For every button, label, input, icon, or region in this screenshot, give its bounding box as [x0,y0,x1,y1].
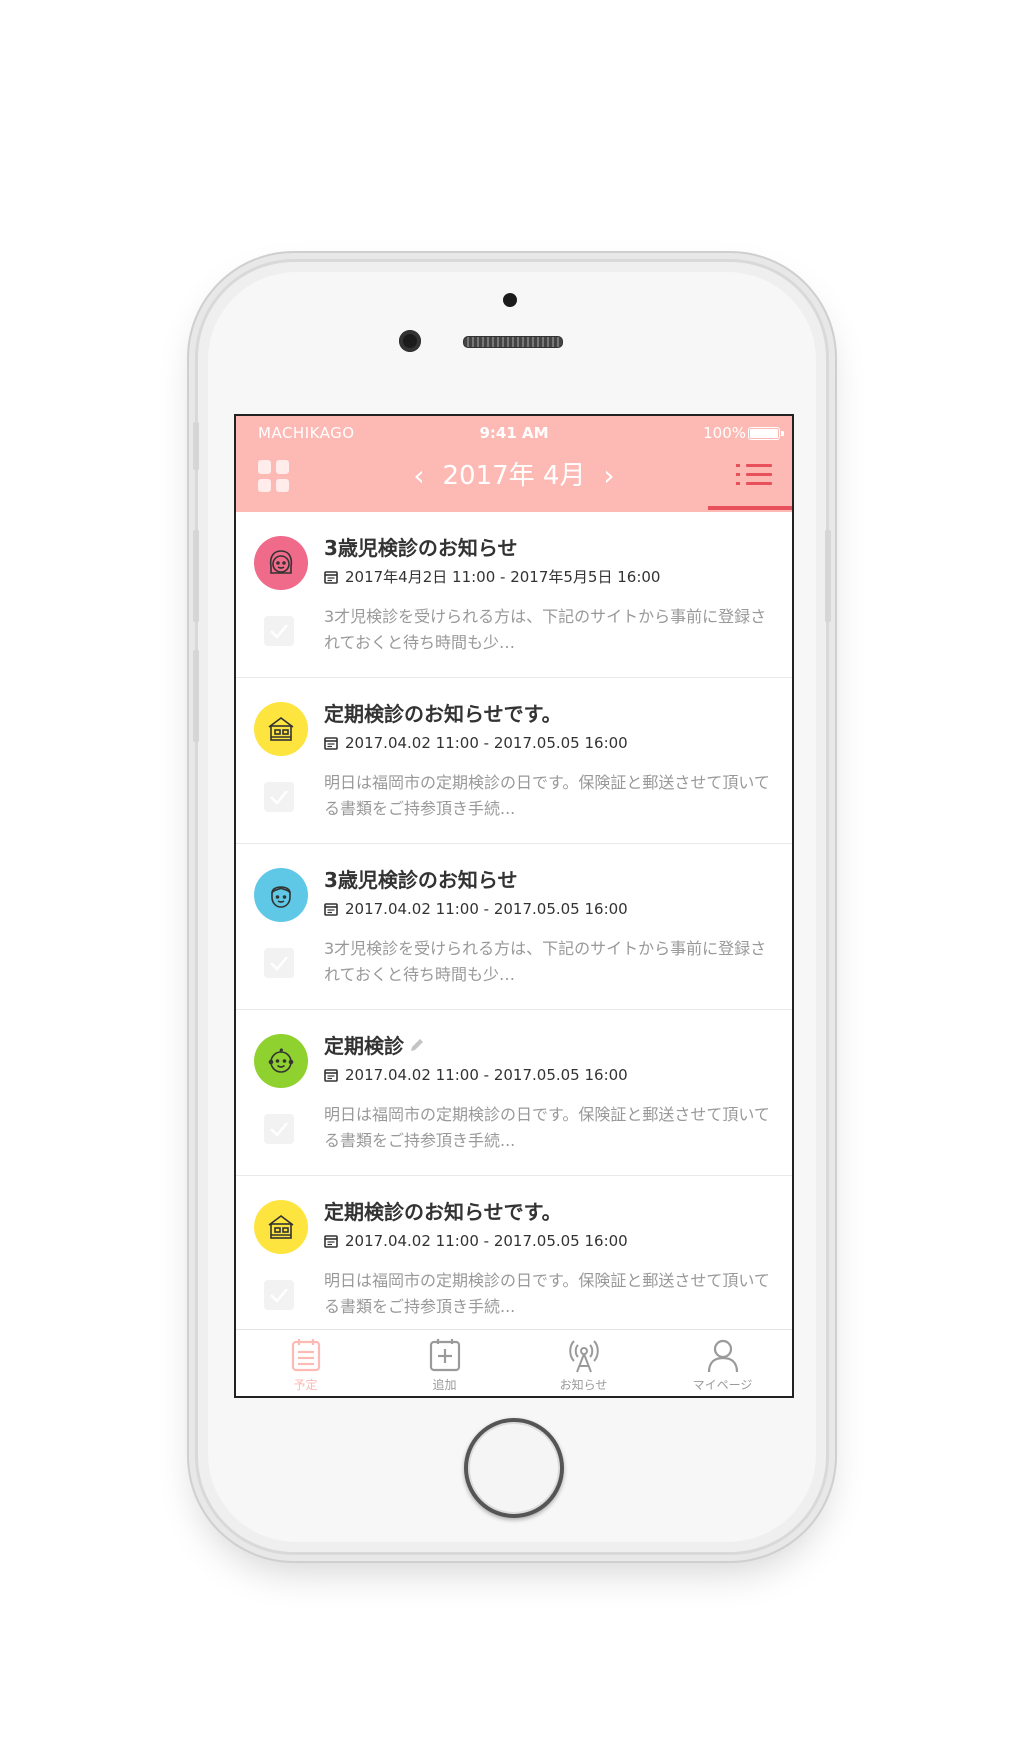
proximity-sensor [503,293,517,307]
event-description: 明日は福岡市の定期検診の日です。保険証と郵送させて頂いてる書類をご持参頂き手続.… [324,1105,770,1150]
tab-label: 予定 [293,1378,318,1392]
schedule-icon [291,1339,320,1372]
event-description: 明日は福岡市の定期検診の日です。保険証と郵送させて頂いてる書類をご持参頂き手続.… [324,1271,770,1316]
event-card[interactable]: 定期検診のお知らせです。 2017.04.02 11:00 - 2017.05.… [236,1176,792,1330]
edit-pencil-icon[interactable] [408,1036,426,1054]
event-date-row: 2017.04.02 11:00 - 2017.05.05 16:00 [324,1064,628,1086]
event-card[interactable]: 3歳児検診のお知らせ 2017年4月2日 11:00 - 2017年5月5日 1… [236,512,792,678]
done-checkbox[interactable] [264,782,294,812]
active-view-indicator [708,506,792,510]
event-title: 定期検診のお知らせです。 [324,702,562,726]
done-checkbox[interactable] [264,1280,294,1310]
earpiece-speaker [463,336,563,348]
battery-icon [748,427,780,440]
calendar-icon [324,902,338,916]
done-checkbox[interactable] [264,948,294,978]
month-title: 2017年 4月 [442,461,586,491]
event-date: 2017年4月2日 11:00 - 2017年5月5日 16:00 [345,568,661,586]
antenna-icon [568,1340,599,1373]
prev-month-button[interactable]: ‹ [404,458,434,494]
next-month-button[interactable]: › [594,458,624,494]
calendar-icon [324,1234,338,1248]
event-card[interactable]: 定期検診 2017.04.02 11:00 - 2017.05.05 16:00… [236,1010,792,1176]
event-date: 2017.04.02 11:00 - 2017.05.05 16:00 [345,1066,628,1084]
house-icon [254,702,308,756]
checkmark-icon [270,956,288,971]
event-title: 3歳児検診のお知らせ [324,536,518,560]
event-list: 3歳児検診のお知らせ 2017年4月2日 11:00 - 2017年5月5日 1… [236,512,792,1330]
tab-label: 追加 [432,1378,457,1392]
volume-down-button [193,650,199,742]
list-view-icon[interactable] [736,460,772,490]
checkmark-icon [270,1288,288,1303]
app-header: MACHIKAGO 9:41 AM 100% ‹ 2017年 4月 › [236,416,792,512]
front-camera [399,330,421,352]
tab-notifications[interactable]: お知らせ [514,1330,653,1396]
month-navigator: ‹ 2017年 4月 › [236,456,792,496]
power-button [825,530,831,622]
battery-tip [781,431,784,436]
checkmark-icon [270,1122,288,1137]
home-button[interactable] [464,1418,564,1518]
person-icon [707,1339,738,1373]
event-card[interactable]: 定期検診のお知らせです。 2017.04.02 11:00 - 2017.05.… [236,678,792,844]
event-date-row: 2017.04.02 11:00 - 2017.05.05 16:00 [324,732,628,754]
done-checkbox[interactable] [264,1114,294,1144]
add-icon [429,1339,460,1372]
event-title: 定期検診のお知らせです。 [324,1200,562,1224]
app-screen: MACHIKAGO 9:41 AM 100% ‹ 2017年 4月 › 3歳児検… [234,414,794,1398]
tab-label: マイページ [692,1378,753,1392]
tab-add[interactable]: 追加 [375,1330,514,1396]
calendar-icon [324,736,338,750]
event-description: 明日は福岡市の定期検診の日です。保険証と郵送させて頂いてる書類をご持参頂き手続.… [324,773,770,818]
event-card[interactable]: 3歳児検診のお知らせ 2017.04.02 11:00 - 2017.05.05… [236,844,792,1010]
event-description: 3才児検診を受けられる方は、下記のサイトから事前に登録されておくと待ち時間も少… [324,939,767,984]
tab-mypage[interactable]: マイページ [653,1330,792,1396]
checkmark-icon [270,790,288,805]
done-checkbox[interactable] [264,616,294,646]
event-date-row: 2017年4月2日 11:00 - 2017年5月5日 16:00 [324,566,660,588]
girl-face-icon [254,536,308,590]
event-date-row: 2017.04.02 11:00 - 2017.05.05 16:00 [324,898,628,920]
checkmark-icon [270,624,288,639]
boy-face-icon [254,868,308,922]
event-date: 2017.04.02 11:00 - 2017.05.05 16:00 [345,900,628,918]
house-icon [254,1200,308,1254]
event-date: 2017.04.02 11:00 - 2017.05.05 16:00 [345,734,628,752]
event-title: 3歳児検診のお知らせ [324,868,518,892]
tab-schedule[interactable]: 予定 [236,1330,375,1396]
event-description: 3才児検診を受けられる方は、下記のサイトから事前に登録されておくと待ち時間も少… [324,607,767,652]
event-title: 定期検診 [324,1034,404,1058]
calendar-icon [324,570,338,584]
volume-up-button [193,530,199,622]
event-date-row: 2017.04.02 11:00 - 2017.05.05 16:00 [324,1230,628,1252]
calendar-icon [324,1068,338,1082]
battery-percent: 100% [703,424,746,442]
mute-switch [193,422,199,470]
baby-face-icon [254,1034,308,1088]
tab-label: お知らせ [559,1378,608,1392]
event-date: 2017.04.02 11:00 - 2017.05.05 16:00 [345,1232,628,1250]
bottom-tab-bar: 予定 追加 お知らせ マイページ [236,1329,792,1396]
